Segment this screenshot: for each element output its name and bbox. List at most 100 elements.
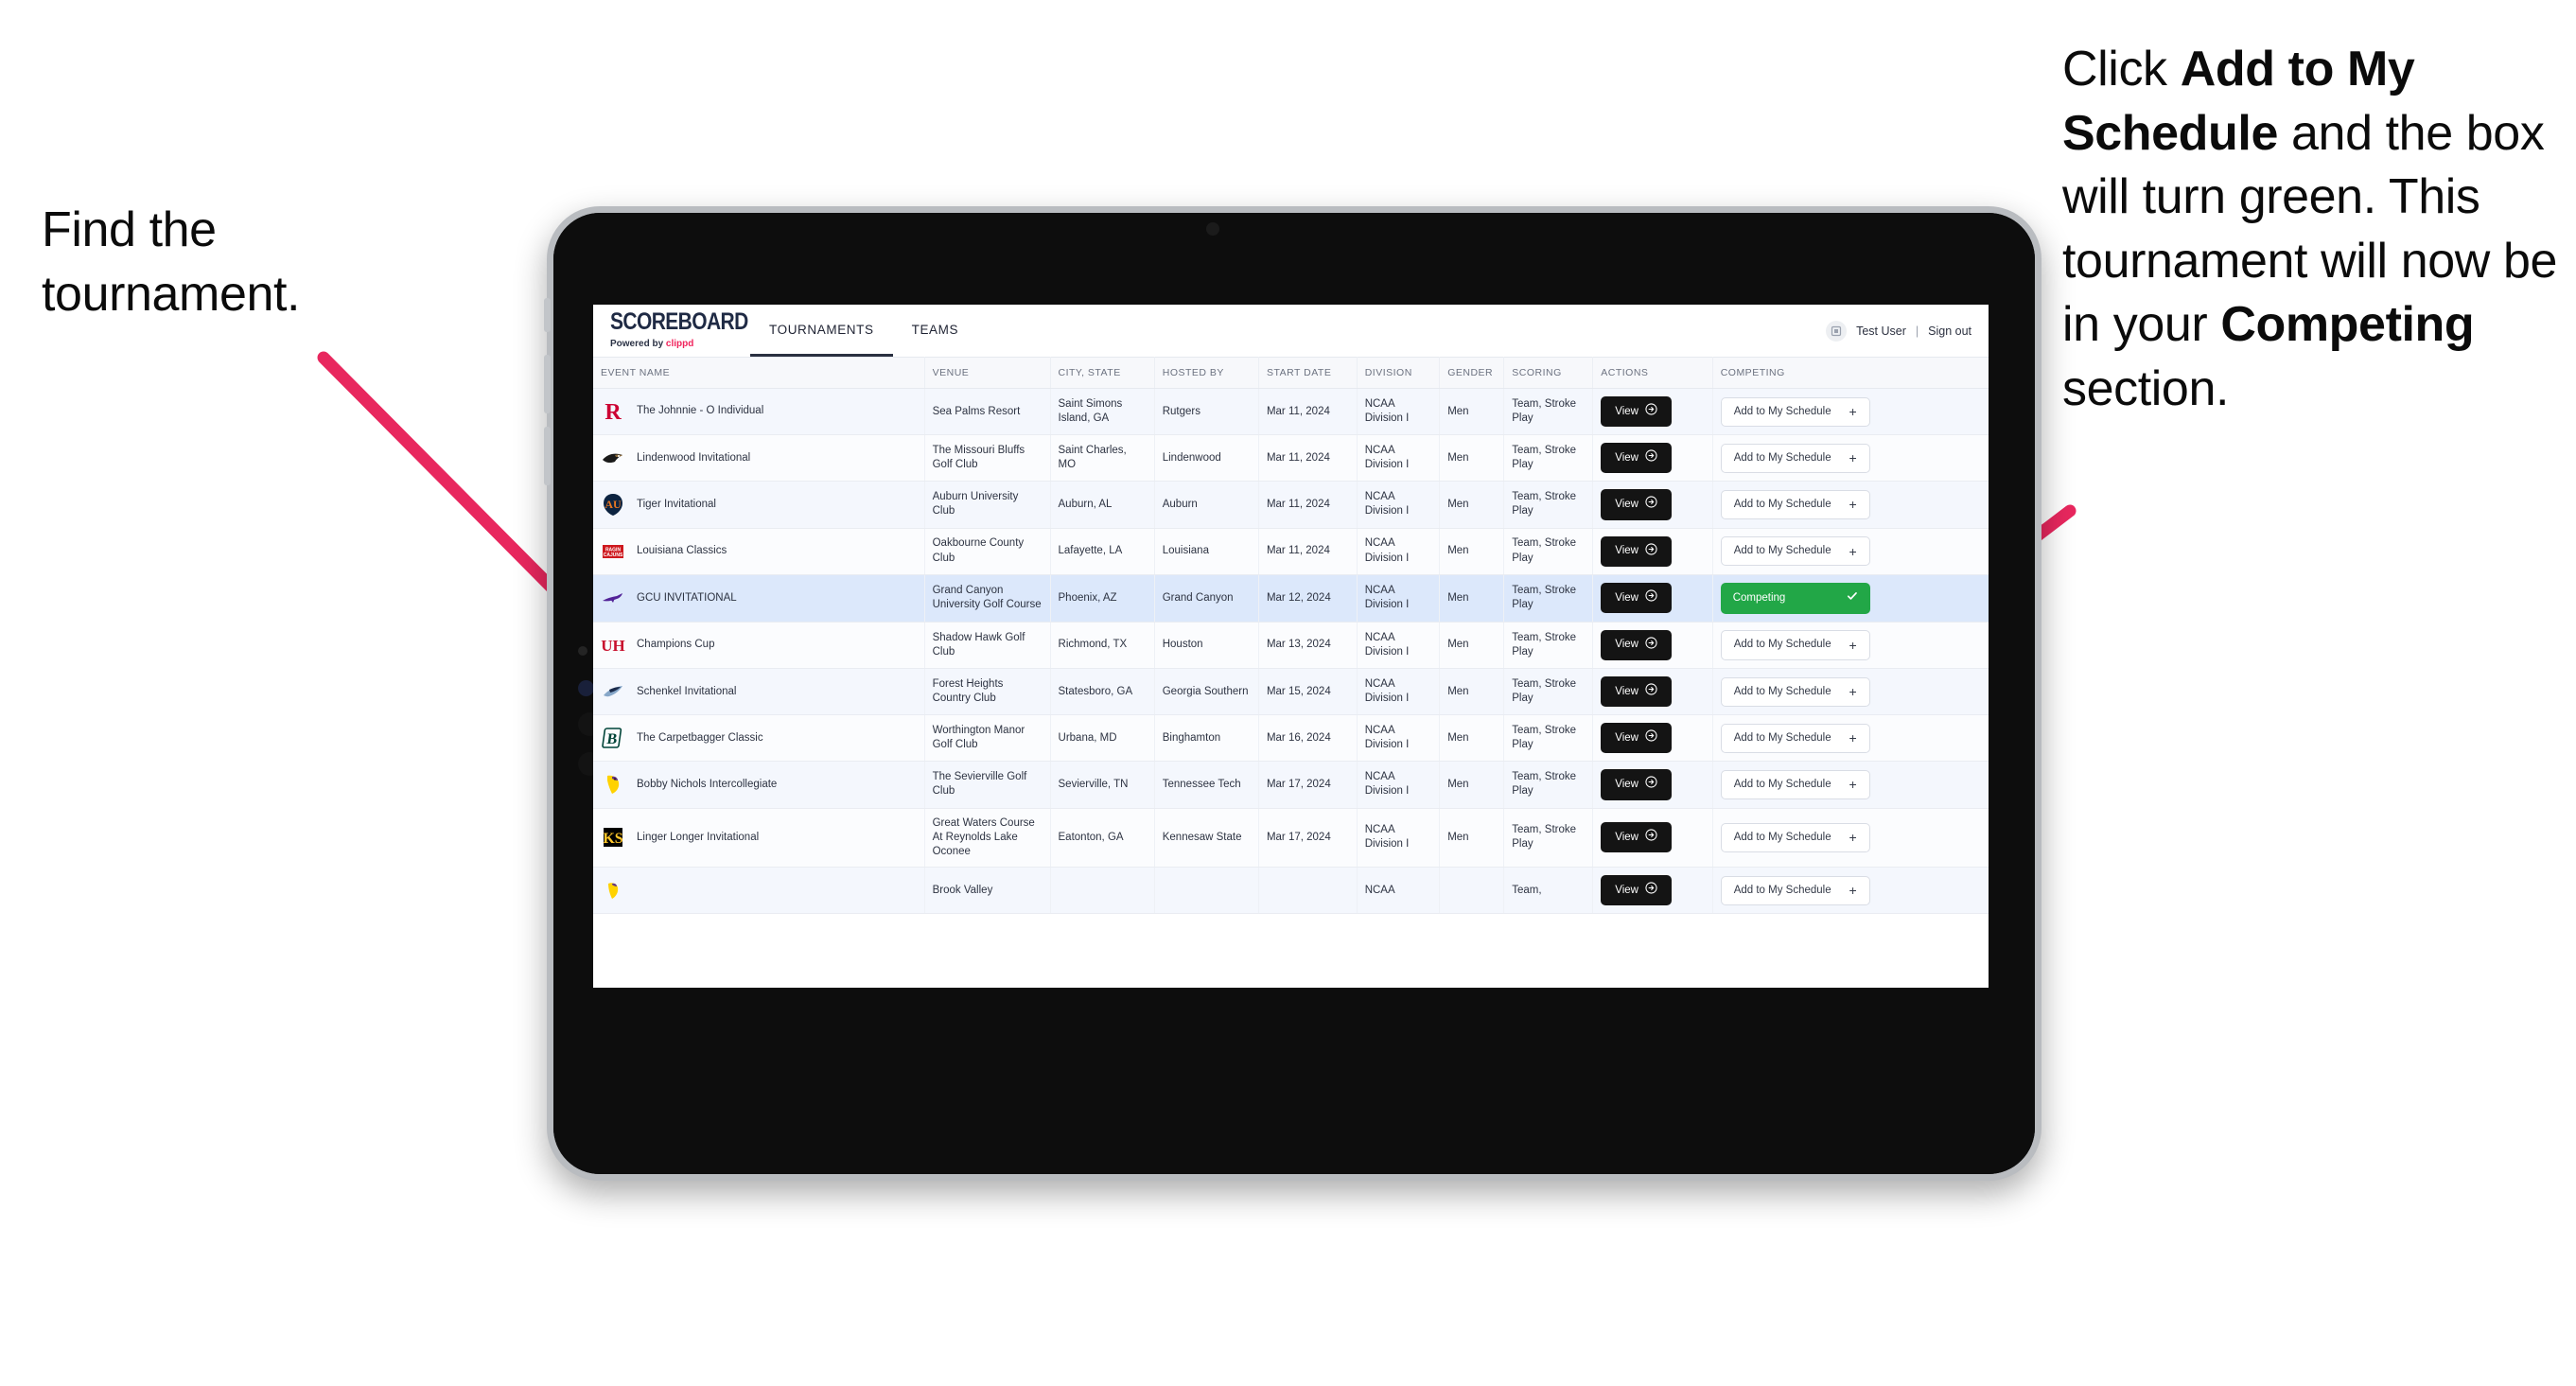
view-button-label: View — [1615, 545, 1638, 557]
table-row[interactable]: GCU INVITATIONAL Grand Canyon University … — [593, 574, 1989, 623]
plus-icon: + — [1849, 404, 1857, 420]
add-to-my-schedule-button[interactable]: Add to My Schedule + — [1720, 822, 1870, 852]
svg-text:UH: UH — [601, 637, 625, 655]
table-row[interactable]: B The Carpetbagger Classic Worthington Man… — [593, 714, 1989, 763]
view-button[interactable]: View — [1601, 489, 1672, 520]
ragin-cajuns-logo: RAGIN CAJUNS — [601, 539, 625, 564]
cell-gender: Men — [1439, 574, 1505, 623]
cell-actions: View — [1592, 808, 1713, 868]
cell-start-date: Mar 17, 2024 — [1258, 761, 1358, 809]
cell-hosted-by: Kennesaw State — [1154, 808, 1259, 868]
column-header-hosted-by[interactable]: HOSTED BY — [1154, 357, 1259, 389]
cell-start-date: Mar 13, 2024 — [1258, 622, 1358, 670]
auburn-au-logo: AU — [601, 492, 625, 517]
table-row[interactable]: R The Johnnie - O Individual Sea Palms Res… — [593, 388, 1989, 436]
add-to-my-schedule-button[interactable]: Add to My Schedule + — [1720, 536, 1870, 567]
user-avatar-icon[interactable] — [1826, 320, 1848, 342]
table-row[interactable]: Schenkel Invitational Forest Heights Coun… — [593, 668, 1989, 716]
add-to-my-schedule-label: Add to My Schedule — [1733, 778, 1831, 790]
cell-actions: View — [1592, 622, 1713, 670]
add-to-my-schedule-button[interactable]: Add to My Schedule + — [1720, 443, 1870, 473]
annotation-right: Click Add to My Schedule and the box wil… — [2062, 38, 2564, 422]
view-button[interactable]: View — [1601, 822, 1672, 853]
view-button[interactable]: View — [1601, 676, 1672, 708]
view-button[interactable]: View — [1601, 629, 1672, 661]
cell-event-name: R The Johnnie - O Individual — [593, 388, 925, 436]
plus-icon: + — [1849, 730, 1857, 746]
cell-hosted-by: Houston — [1154, 622, 1259, 670]
sign-out-link[interactable]: Sign out — [1928, 325, 1971, 338]
cell-city-state: Auburn, AL — [1050, 481, 1155, 529]
add-to-my-schedule-label: Add to My Schedule — [1733, 884, 1831, 896]
cell-hosted-by: Georgia Southern — [1154, 668, 1259, 716]
view-button[interactable]: View — [1601, 723, 1672, 754]
view-button[interactable]: View — [1601, 583, 1672, 614]
view-button[interactable]: View — [1601, 875, 1672, 906]
add-to-my-schedule-button[interactable]: Add to My Schedule + — [1720, 723, 1870, 753]
svg-text:R: R — [605, 400, 622, 424]
column-header-actions[interactable]: ACTIONS — [1592, 357, 1713, 389]
cell-division: NCAA Division I — [1357, 622, 1441, 670]
cell-venue: Grand Canyon University Golf Course — [924, 574, 1051, 623]
volume-up-button[interactable] — [544, 355, 551, 413]
cell-gender: Men — [1439, 714, 1505, 763]
add-to-my-schedule-label: Add to My Schedule — [1733, 405, 1831, 417]
event-name-label: Lindenwood Invitational — [637, 451, 751, 464]
cell-competing: Add to My Schedule + — [1712, 761, 1989, 809]
event-name-label: Tiger Invitational — [637, 498, 716, 510]
view-button[interactable]: View — [1601, 443, 1672, 474]
column-header-division[interactable]: DIVISION — [1357, 357, 1441, 389]
table-row[interactable]: Lindenwood Invitational The Missouri Bluf… — [593, 434, 1989, 482]
column-header-gender[interactable]: GENDER — [1439, 357, 1505, 389]
competing-button[interactable]: Competing — [1720, 582, 1870, 614]
table-row[interactable]: AU Tiger Invitational Auburn University Cl… — [593, 481, 1989, 529]
cell-city-state: Eatonton, GA — [1050, 808, 1155, 868]
add-to-my-schedule-button[interactable]: Add to My Schedule + — [1720, 396, 1870, 427]
arrow-right-circle-icon — [1645, 882, 1657, 899]
table-row[interactable]: RAGIN CAJUNS Louisiana Classics Oakbourne C… — [593, 528, 1989, 575]
column-header-start-date[interactable]: START DATE — [1258, 357, 1358, 389]
column-header-competing[interactable]: COMPETING — [1712, 357, 1989, 389]
volume-down-button[interactable] — [544, 427, 551, 485]
add-to-my-schedule-button[interactable]: Add to My Schedule + — [1720, 875, 1870, 905]
cell-actions: View — [1592, 668, 1713, 716]
view-button-label: View — [1615, 884, 1638, 896]
view-button[interactable]: View — [1601, 396, 1672, 428]
add-to-my-schedule-label: Add to My Schedule — [1733, 451, 1831, 464]
table-row[interactable]: Brook Valley NCAA Team, View Add to My Sched… — [593, 867, 1989, 915]
column-header-event-name[interactable]: EVENT NAME — [593, 357, 925, 389]
event-name-label: The Johnnie - O Individual — [637, 405, 764, 417]
column-header-venue[interactable]: VENUE — [924, 357, 1051, 389]
cell-venue: Oakbourne County Club — [924, 528, 1051, 575]
tab-teams[interactable]: TEAMS — [893, 305, 978, 357]
rutgers-r-logo: R — [601, 399, 625, 424]
cell-city-state: Saint Charles, MO — [1050, 434, 1155, 482]
table-row[interactable]: KS Linger Longer Invitational Great Waters… — [593, 808, 1989, 868]
power-button[interactable] — [544, 298, 551, 332]
table-row[interactable]: Bobby Nichols Intercollegiate The Sevierv… — [593, 761, 1989, 809]
column-header-city-state[interactable]: CITY, STATE — [1050, 357, 1155, 389]
cell-division: NCAA Division I — [1357, 574, 1441, 623]
cell-event-name: Schenkel Invitational — [593, 668, 925, 716]
add-to-my-schedule-button[interactable]: Add to My Schedule + — [1720, 489, 1870, 520]
view-button[interactable]: View — [1601, 769, 1672, 800]
cell-event-name: B The Carpetbagger Classic — [593, 714, 925, 763]
cell-venue: The Missouri Bluffs Golf Club — [924, 434, 1051, 482]
tab-tournaments[interactable]: TOURNAMENTS — [750, 305, 893, 357]
arrow-right-circle-icon — [1645, 542, 1657, 560]
add-to-my-schedule-button[interactable]: Add to My Schedule + — [1720, 769, 1870, 800]
add-to-my-schedule-button[interactable]: Add to My Schedule + — [1720, 630, 1870, 660]
cell-scoring: Team, Stroke Play — [1503, 574, 1594, 623]
cell-start-date: Mar 16, 2024 — [1258, 714, 1358, 763]
view-button-label: View — [1615, 498, 1638, 510]
cell-city-state: Lafayette, LA — [1050, 528, 1155, 575]
cell-gender: Men — [1439, 481, 1505, 529]
cell-start-date — [1258, 867, 1358, 915]
cell-scoring: Team, Stroke Play — [1503, 622, 1594, 670]
column-header-scoring[interactable]: SCORING — [1503, 357, 1594, 389]
add-to-my-schedule-button[interactable]: Add to My Schedule + — [1720, 676, 1870, 707]
cell-division: NCAA — [1357, 867, 1441, 915]
table-row[interactable]: UH Champions Cup Shadow Hawk Golf Club Rich… — [593, 622, 1989, 670]
cell-hosted-by: Auburn — [1154, 481, 1259, 529]
view-button[interactable]: View — [1601, 535, 1672, 567]
